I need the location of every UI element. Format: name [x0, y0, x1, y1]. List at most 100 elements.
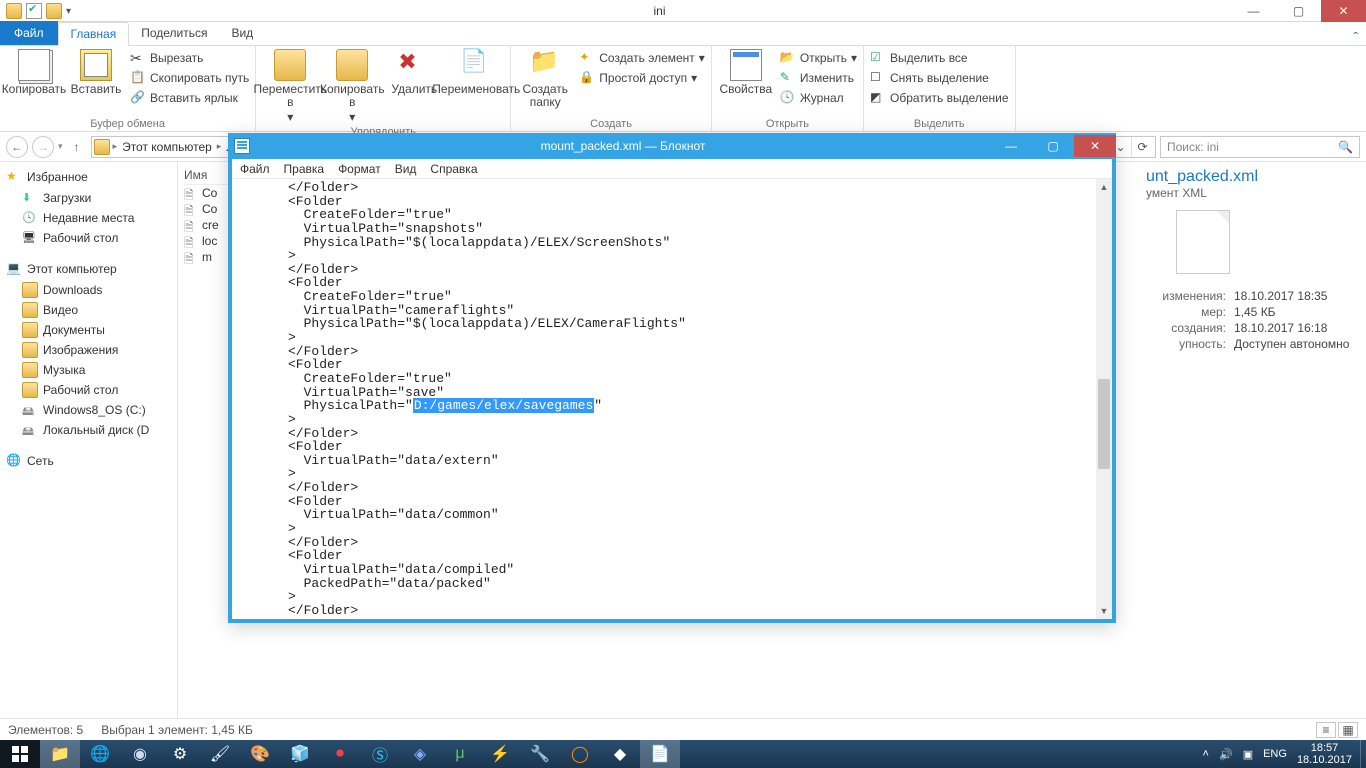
- nav-back-button[interactable]: ←: [6, 136, 28, 158]
- nav-downloads[interactable]: Загрузки: [2, 188, 175, 208]
- folder-icon: [94, 139, 110, 155]
- taskbar-app[interactable]: ◆: [600, 740, 640, 768]
- taskbar-utorrent[interactable]: μ: [440, 740, 480, 768]
- folder-icon: [22, 382, 38, 398]
- scroll-down-button[interactable]: ▼: [1096, 603, 1112, 619]
- notepad-menu-format[interactable]: Формат: [338, 162, 381, 176]
- search-input[interactable]: Поиск: ini 🔍: [1160, 136, 1360, 158]
- history-button[interactable]: Журнал: [780, 89, 857, 107]
- rename-button[interactable]: Переименовать: [448, 49, 504, 96]
- taskbar-explorer[interactable]: 📁: [40, 740, 80, 768]
- notepad-menu-file[interactable]: Файл: [240, 162, 270, 176]
- taskbar-app[interactable]: 🖌: [200, 740, 240, 768]
- properties-button[interactable]: Свойства: [718, 49, 774, 96]
- vertical-scrollbar[interactable]: ▲ ▼: [1096, 179, 1112, 619]
- file-icon: [184, 250, 198, 264]
- notepad-editor[interactable]: </Folder> <Folder CreateFolder="true" Vi…: [232, 179, 1112, 619]
- taskbar-app[interactable]: 🌐: [80, 740, 120, 768]
- nav-network[interactable]: Сеть: [2, 450, 175, 472]
- tab-view[interactable]: Вид: [219, 21, 265, 45]
- paste-button[interactable]: Вставить: [68, 49, 124, 96]
- taskbar-skype[interactable]: Ⓢ: [360, 740, 400, 768]
- nav-drive-d[interactable]: Локальный диск (D: [2, 420, 175, 440]
- tab-share[interactable]: Поделиться: [129, 21, 219, 45]
- qat-dropdown-icon[interactable]: [66, 3, 82, 19]
- view-icons-button[interactable]: ▦: [1338, 722, 1358, 738]
- nav-music[interactable]: Музыка: [2, 360, 175, 380]
- nav-pc-desktop[interactable]: Рабочий стол: [2, 380, 175, 400]
- taskbar-steam[interactable]: ◉: [120, 740, 160, 768]
- tray-chevron-icon[interactable]: ˄: [1203, 748, 1209, 760]
- select-invert-button[interactable]: Обратить выделение: [870, 89, 1009, 107]
- nav-pc-downloads[interactable]: Downloads: [2, 280, 175, 300]
- start-button[interactable]: [0, 740, 40, 768]
- show-desktop-button[interactable]: [1360, 740, 1366, 768]
- moveto-button[interactable]: Переместить в▾: [262, 49, 318, 125]
- view-details-button[interactable]: ≡: [1316, 722, 1336, 738]
- ribbon-group-new: Создать папку Создать элемент▾ Простой д…: [511, 46, 712, 131]
- notepad-maximize-button[interactable]: ▢: [1032, 135, 1074, 157]
- breadcrumb-segment[interactable]: Этот компьютер: [118, 140, 216, 154]
- scrollbar-thumb[interactable]: [1098, 379, 1110, 469]
- paste-shortcut-button[interactable]: Вставить ярлык: [130, 89, 249, 107]
- tray-clock[interactable]: 18:57 18.10.2017: [1297, 742, 1352, 766]
- ribbon-collapse-button[interactable]: ˆ: [1345, 29, 1366, 45]
- notepad-menu-edit[interactable]: Правка: [284, 162, 325, 176]
- newfolder-button[interactable]: Создать папку: [517, 49, 573, 109]
- copy-path-button[interactable]: Скопировать путь: [130, 69, 249, 87]
- new-item-button[interactable]: Создать элемент▾: [579, 49, 705, 67]
- easy-access-button[interactable]: Простой доступ▾: [579, 69, 705, 87]
- nav-favorites[interactable]: Избранное: [2, 166, 175, 188]
- nav-forward-button[interactable]: →: [32, 136, 54, 158]
- copyto-button[interactable]: Копировать в▾: [324, 49, 380, 125]
- nav-pics[interactable]: Изображения: [2, 340, 175, 360]
- taskbar-app[interactable]: ⚡: [480, 740, 520, 768]
- taskbar-notepad[interactable]: 📄: [640, 740, 680, 768]
- tray-action-center-icon[interactable]: ▣: [1243, 748, 1253, 761]
- qat-newfolder-icon[interactable]: [46, 3, 62, 19]
- nav-docs[interactable]: Документы: [2, 320, 175, 340]
- nav-this-pc[interactable]: Этот компьютер: [2, 258, 175, 280]
- tray-language[interactable]: ENG: [1263, 748, 1287, 760]
- address-refresh-button[interactable]: ⟳: [1131, 137, 1153, 157]
- nav-history-dropdown[interactable]: ▾: [58, 141, 63, 152]
- scroll-up-button[interactable]: ▲: [1096, 179, 1112, 195]
- tab-home[interactable]: Главная: [58, 22, 130, 46]
- open-button[interactable]: Открыть▾: [780, 49, 857, 67]
- qat-folder-icon[interactable]: [6, 3, 22, 19]
- pc-icon: [6, 261, 22, 277]
- notepad-minimize-button[interactable]: —: [990, 135, 1032, 157]
- preview-pane: unt_packed.xml умент XML изменения:18.10…: [1136, 162, 1366, 718]
- taskbar-record[interactable]: ⏺: [320, 740, 360, 768]
- nav-video[interactable]: Видео: [2, 300, 175, 320]
- taskbar-discord[interactable]: ◈: [400, 740, 440, 768]
- cut-button[interactable]: Вырезать: [130, 49, 249, 67]
- notepad-close-button[interactable]: ✕: [1074, 135, 1116, 157]
- preview-filename: unt_packed.xml: [1146, 168, 1356, 186]
- notepad-menu-help[interactable]: Справка: [430, 162, 477, 176]
- copy-button[interactable]: Копировать: [6, 49, 62, 96]
- edit-button[interactable]: Изменить: [780, 69, 857, 87]
- notepad-titlebar[interactable]: mount_packed.xml — Блокнот — ▢ ✕: [228, 133, 1116, 159]
- download-icon: [22, 190, 38, 206]
- select-none-button[interactable]: Снять выделение: [870, 69, 1009, 87]
- minimize-button[interactable]: —: [1231, 0, 1276, 22]
- taskbar-app[interactable]: ⚙: [160, 740, 200, 768]
- taskbar-paint[interactable]: 🎨: [240, 740, 280, 768]
- nav-up-button[interactable]: ↑: [67, 137, 87, 157]
- notepad-menu-view[interactable]: Вид: [395, 162, 417, 176]
- nav-recent[interactable]: Недавние места: [2, 208, 175, 228]
- tray-volume-icon[interactable]: 🔊: [1219, 748, 1233, 761]
- close-button[interactable]: ✕: [1321, 0, 1366, 22]
- taskbar-app[interactable]: 🧊: [280, 740, 320, 768]
- taskbar-app[interactable]: ◯: [560, 740, 600, 768]
- select-all-button[interactable]: Выделить все: [870, 49, 1009, 67]
- tab-file[interactable]: Файл: [0, 21, 58, 45]
- qat-properties-icon[interactable]: [26, 3, 42, 19]
- ribbon-group-clipboard: Копировать Вставить Вырезать Скопировать…: [0, 46, 256, 131]
- taskbar-app[interactable]: 🔧: [520, 740, 560, 768]
- nav-drive-c[interactable]: Windows8_OS (C:): [2, 400, 175, 420]
- file-icon: [184, 218, 198, 232]
- maximize-button[interactable]: ▢: [1276, 0, 1321, 22]
- nav-desktop[interactable]: Рабочий стол: [2, 228, 175, 248]
